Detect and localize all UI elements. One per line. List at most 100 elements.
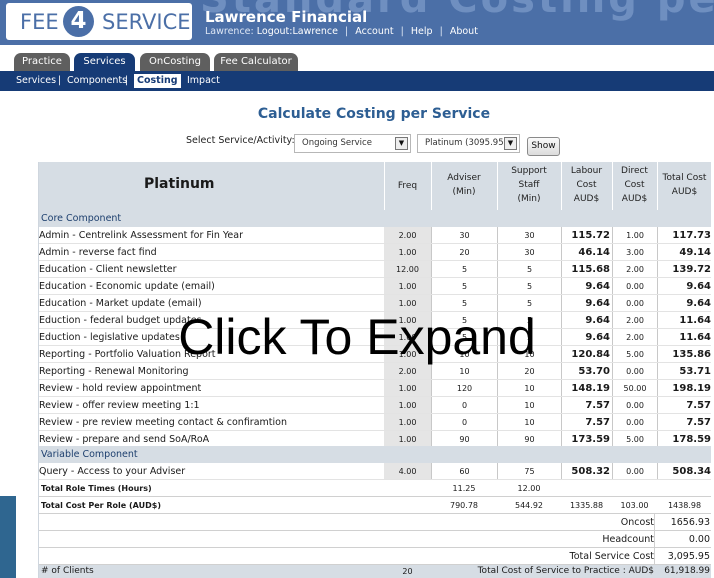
role-cost-row: Total Cost Per Role (AUD$) 790.78 544.92…	[39, 497, 711, 514]
fee4service-logo[interactable]: FEE 4 SERVICE	[6, 3, 192, 40]
row-freq: 1.00	[384, 414, 431, 431]
table-title: Platinum	[144, 176, 215, 192]
practice-cost-label: Total Cost of Service to Practice : AUD$	[477, 566, 654, 576]
row-support-min: 75	[497, 463, 561, 480]
row-total-cost: 7.57	[657, 397, 711, 414]
role-cost-support: 544.92	[515, 501, 543, 510]
row-adviser-min: 5	[431, 278, 497, 295]
col-total: Total Cost AUD$	[657, 171, 711, 199]
row-total-cost: 9.64	[657, 278, 711, 295]
col-header-line: Direct	[621, 166, 648, 176]
row-freq: 2.00	[384, 227, 431, 244]
row-adviser-min: 30	[431, 227, 497, 244]
row-labour-cost: 148.19	[561, 380, 612, 397]
row-support-min: 30	[497, 227, 561, 244]
row-freq: 1.00	[384, 397, 431, 414]
tab-oncosting[interactable]: OnCosting	[140, 53, 210, 71]
oncost-row: Oncost 1656.93	[39, 514, 711, 531]
dropdown-arrow-icon[interactable]: ▼	[504, 137, 517, 150]
page-title: Calculate Costing per Service	[257, 106, 491, 122]
row-direct-cost: 0.00	[612, 414, 657, 431]
main-tabs: Practice Services OnCosting Fee Calculat…	[0, 45, 714, 71]
row-freq: 12.00	[384, 261, 431, 278]
role-cost-labour: 1335.88	[569, 501, 604, 510]
row-support-min: 30	[497, 244, 561, 261]
row-labour-cost: 115.68	[561, 261, 612, 278]
row-direct-cost: 0.00	[612, 463, 657, 480]
col-header-line: Cost	[576, 180, 597, 190]
subnav-impact[interactable]: Impact	[187, 75, 220, 86]
row-total-cost: 49.14	[657, 244, 711, 261]
role-times-row: Total Role Times (Hours) 11.25 12.00	[39, 480, 711, 497]
row-name: Query - Access to your Adviser	[39, 466, 186, 477]
separator: |	[439, 26, 443, 37]
table-row: Review - pre review meeting contact & co…	[39, 414, 711, 431]
table-row: Admin - Centrelink Assessment for Fin Ye…	[39, 227, 711, 244]
col-labour: Labour Cost AUD$	[561, 164, 612, 206]
table-row: Review - offer review meeting 1:1 1.00 0 10…	[39, 397, 711, 414]
left-decoration	[0, 496, 16, 578]
row-labour-cost: 9.64	[561, 278, 612, 295]
role-cost-adviser: 790.78	[450, 501, 478, 510]
click-to-expand-overlay[interactable]: Click To Expand	[0, 308, 714, 366]
dropdown-arrow-icon[interactable]: ▼	[395, 137, 408, 150]
row-freq: 1.00	[384, 244, 431, 261]
logout-link[interactable]: Logout:Lawrence	[257, 26, 338, 37]
table-row: Query - Access to your Adviser 4.00 60 75 50…	[39, 463, 711, 480]
show-button[interactable]: Show	[527, 137, 560, 156]
role-times-label: Total Role Times (Hours)	[41, 484, 152, 493]
oncost-value: 1656.93	[654, 514, 710, 531]
row-support-min: 10	[497, 380, 561, 397]
section-variable: Variable Component	[39, 446, 711, 463]
row-name: Admin - Centrelink Assessment for Fin Ye…	[39, 230, 243, 241]
oncost-label: Oncost	[620, 517, 654, 528]
row-labour-cost: 115.72	[561, 227, 612, 244]
headcount-label: Headcount	[602, 534, 654, 545]
col-header-line: AUD$	[671, 187, 698, 197]
subnav-costing[interactable]: Costing	[134, 74, 181, 88]
col-support: Support Staff (Min)	[497, 164, 561, 206]
help-link[interactable]: Help	[411, 26, 433, 37]
role-cost-direct: 103.00	[620, 501, 649, 510]
logo-four-badge: 4	[63, 6, 94, 37]
table-row: Review - hold review appointment 1.00 120 1…	[39, 380, 711, 397]
user-prefix: Lawrence:	[205, 26, 254, 37]
col-header-line: Labour	[570, 166, 603, 176]
row-name: Review - hold review appointment	[39, 383, 202, 394]
logo-service-text: SERVICE	[102, 10, 191, 34]
service-select[interactable]: Ongoing Service ▼	[294, 134, 411, 153]
row-direct-cost: 2.00	[612, 261, 657, 278]
subnav-services[interactable]: Services	[16, 75, 56, 86]
tab-practice[interactable]: Practice	[14, 53, 70, 71]
headcount-value: 0.00	[654, 531, 710, 548]
col-header-line: (Min)	[452, 187, 476, 197]
col-header-line: Cost	[624, 180, 645, 190]
row-total-cost: 7.57	[657, 414, 711, 431]
company-name: Lawrence Financial	[205, 8, 368, 26]
row-total-cost: 139.72	[657, 261, 711, 278]
tab-services[interactable]: Services	[74, 53, 135, 71]
row-name: Admin - reverse fact find	[39, 247, 157, 258]
section-core: Core Component	[39, 210, 711, 227]
headcount-row: Headcount 0.00	[39, 531, 711, 548]
col-freq: Freq	[397, 181, 418, 191]
row-support-min: 5	[497, 261, 561, 278]
row-adviser-min: 0	[431, 397, 497, 414]
account-link[interactable]: Account	[355, 26, 393, 37]
col-header-line: AUD$	[621, 194, 648, 204]
role-cost-label: Total Cost Per Role (AUD$)	[41, 501, 161, 510]
col-header-line: AUD$	[573, 194, 600, 204]
row-adviser-min: 20	[431, 244, 497, 261]
row-name: Education - Client newsletter	[39, 264, 177, 275]
row-name: Review - offer review meeting 1:1	[39, 400, 200, 411]
table-row: Education - Client newsletter 12.00 5 5 115.…	[39, 261, 711, 278]
logo-fee-text: FEE	[20, 10, 59, 34]
separator: |	[345, 26, 349, 37]
tab-fee-calculator[interactable]: Fee Calculator	[214, 53, 298, 71]
subnav-components[interactable]: Components	[67, 75, 127, 86]
user-bar: Lawrence: Logout:Lawrence | Account | He…	[205, 26, 478, 37]
table-row: Education - Economic update (email) 1.00 5…	[39, 278, 711, 295]
about-link[interactable]: About	[450, 26, 478, 37]
table-header: Platinum Freq Adviser (Min) Support Staf…	[39, 162, 711, 210]
plan-select[interactable]: Platinum (3095.95) ▼	[417, 134, 520, 153]
